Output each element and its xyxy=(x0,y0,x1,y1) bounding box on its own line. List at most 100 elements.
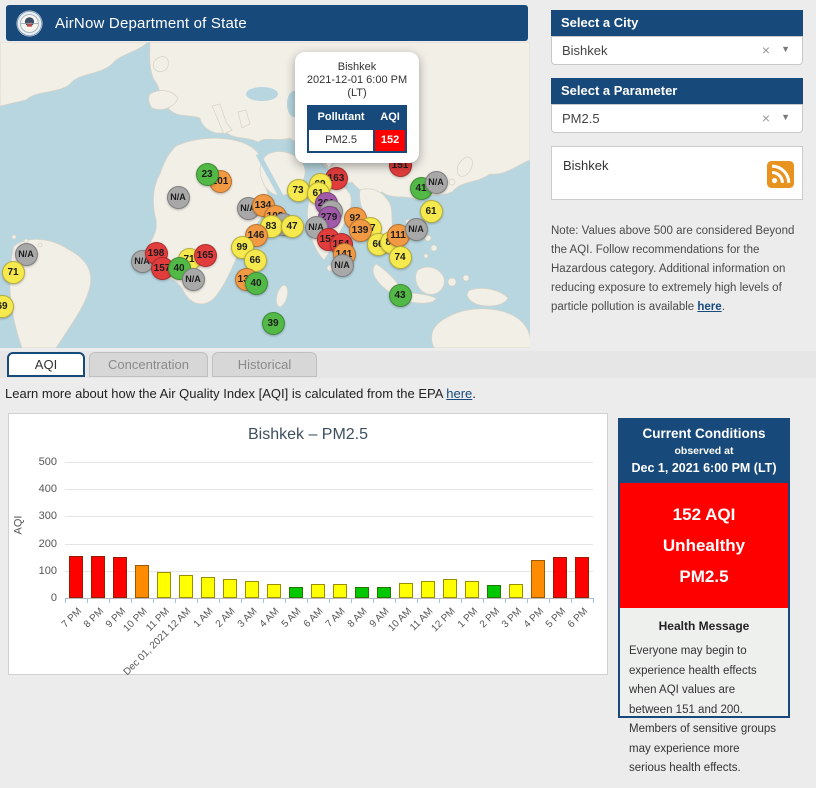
map-marker[interactable]: 74 xyxy=(389,246,412,269)
x-tick-label: 4 PM xyxy=(521,606,545,630)
map-marker[interactable]: 165 xyxy=(194,244,217,267)
x-tick-mark xyxy=(439,598,440,603)
x-tick-mark xyxy=(65,598,66,603)
rss-feed-city: Bishkek xyxy=(563,158,609,173)
tab-historical[interactable]: Historical xyxy=(212,352,317,377)
map-marker[interactable]: 71 xyxy=(2,261,25,284)
x-tick-label: 2 PM xyxy=(477,606,501,630)
x-tick-label: 1 AM xyxy=(192,606,216,630)
aqi-note: Note: Values above 500 are considered Be… xyxy=(551,222,803,317)
x-tick-label: 6 AM xyxy=(302,606,326,630)
gridline xyxy=(65,516,593,517)
parameter-clear-icon[interactable]: × xyxy=(762,105,770,132)
popup-col-pollutant: Pollutant xyxy=(308,106,374,129)
x-tick-mark xyxy=(153,598,154,603)
popup-datetime: 2021-12-01 6:00 PM xyxy=(299,74,415,87)
health-message-block: Health Message Everyone may begin to exp… xyxy=(620,608,788,788)
app-header: AirNow Department of State xyxy=(6,5,528,41)
city-caret-icon[interactable]: ▼ xyxy=(781,36,790,63)
x-tick-label: 6 PM xyxy=(565,606,589,630)
world-aqi-map[interactable]: 10123N/AN/A7169N/A1981577140165N/AN/A134… xyxy=(0,42,530,348)
map-marker[interactable]: 47 xyxy=(281,215,304,238)
epa-here-link[interactable]: here xyxy=(446,386,472,401)
popup-aqi-value: 152 xyxy=(374,129,406,152)
x-tick-label: 10 AM xyxy=(386,606,414,634)
x-tick-mark xyxy=(351,598,352,603)
aqi-bar xyxy=(509,584,523,598)
rss-feed-box: Bishkek xyxy=(551,146,803,200)
select-parameter-header: Select a Parameter xyxy=(551,78,803,104)
map-marker[interactable]: 43 xyxy=(389,284,412,307)
y-tick-label: 400 xyxy=(17,483,57,495)
aqi-bar xyxy=(421,581,435,598)
x-tick-label: 1 PM xyxy=(455,606,479,630)
x-tick-mark xyxy=(395,598,396,603)
map-marker[interactable]: N/A xyxy=(331,254,354,277)
aqi-bar xyxy=(135,565,149,598)
tab-concentration[interactable]: Concentration xyxy=(89,352,208,377)
map-marker[interactable]: 40 xyxy=(245,272,268,295)
gridline xyxy=(65,462,593,463)
rss-icon[interactable] xyxy=(767,161,794,193)
department-of-state-seal-icon xyxy=(16,10,43,37)
note-here-link[interactable]: here xyxy=(697,301,721,313)
aqi-bar xyxy=(223,579,237,598)
aqi-bar xyxy=(157,572,171,598)
observed-time: Dec 1, 2021 6:00 PM (LT) xyxy=(624,461,784,475)
current-conditions-header: Current Conditions observed at Dec 1, 20… xyxy=(620,420,788,483)
x-tick-label: 2 AM xyxy=(214,606,238,630)
aqi-bar xyxy=(311,584,325,598)
current-conditions-title: Current Conditions xyxy=(624,426,784,441)
x-tick-mark xyxy=(571,598,572,603)
map-marker[interactable]: N/A xyxy=(425,171,448,194)
aqi-status-block: 152 AQI Unhealthy PM2.5 xyxy=(620,483,788,608)
x-tick-mark xyxy=(373,598,374,603)
y-tick-label: 300 xyxy=(17,510,57,522)
aqi-bar xyxy=(377,587,391,598)
x-tick-label: 5 PM xyxy=(543,606,567,630)
learn-more-text: Learn more about how the Air Quality Ind… xyxy=(5,386,476,401)
map-marker[interactable]: 23 xyxy=(196,163,219,186)
chart-plot-area: 01002003004005007 PM8 PM9 PM10 PM11 PMDe… xyxy=(65,462,593,599)
aqi-bar xyxy=(113,557,127,598)
x-tick-label: 10 PM xyxy=(122,606,150,634)
map-marker[interactable]: 39 xyxy=(262,312,285,335)
map-marker[interactable]: 73 xyxy=(287,179,310,202)
aqi-chart-panel: Bishkek – PM2.5 AQI 01002003004005007 PM… xyxy=(8,413,608,675)
aqi-bar xyxy=(289,587,303,598)
map-marker[interactable]: 61 xyxy=(420,200,443,223)
x-tick-mark xyxy=(109,598,110,603)
x-tick-mark xyxy=(593,598,594,603)
parameter-caret-icon[interactable]: ▼ xyxy=(781,104,790,131)
aqi-bar xyxy=(553,557,567,598)
current-conditions-panel: Current Conditions observed at Dec 1, 20… xyxy=(618,418,790,718)
gridline xyxy=(65,544,593,545)
tab-aqi[interactable]: AQI xyxy=(7,352,85,377)
x-tick-label: 12 PM xyxy=(430,606,458,634)
popup-table: Pollutant AQI PM2.5 152 xyxy=(307,105,407,153)
chart-title: Bishkek – PM2.5 xyxy=(9,426,607,444)
aqi-bar xyxy=(179,575,193,598)
x-tick-mark xyxy=(131,598,132,603)
x-tick-mark xyxy=(527,598,528,603)
x-tick-mark xyxy=(175,598,176,603)
y-tick-label: 100 xyxy=(17,565,57,577)
y-tick-label: 0 xyxy=(17,592,57,604)
parameter-select[interactable]: PM2.5 × ▼ xyxy=(551,104,803,133)
parameter-select-value: PM2.5 xyxy=(562,111,600,126)
city-select[interactable]: Bishkek × ▼ xyxy=(551,36,803,65)
aqi-bar xyxy=(267,584,281,598)
map-marker[interactable]: N/A xyxy=(167,186,190,209)
aqi-bar xyxy=(69,556,83,598)
x-tick-label: 5 AM xyxy=(280,606,304,630)
x-tick-mark xyxy=(483,598,484,603)
x-tick-mark xyxy=(197,598,198,603)
city-clear-icon[interactable]: × xyxy=(762,37,770,64)
popup-city: Bishkek xyxy=(299,61,415,74)
x-tick-mark xyxy=(285,598,286,603)
aqi-bar xyxy=(443,579,457,598)
map-marker[interactable]: N/A xyxy=(182,268,205,291)
x-tick-mark xyxy=(87,598,88,603)
x-tick-label: 3 PM xyxy=(499,606,523,630)
health-message-title: Health Message xyxy=(629,619,779,633)
